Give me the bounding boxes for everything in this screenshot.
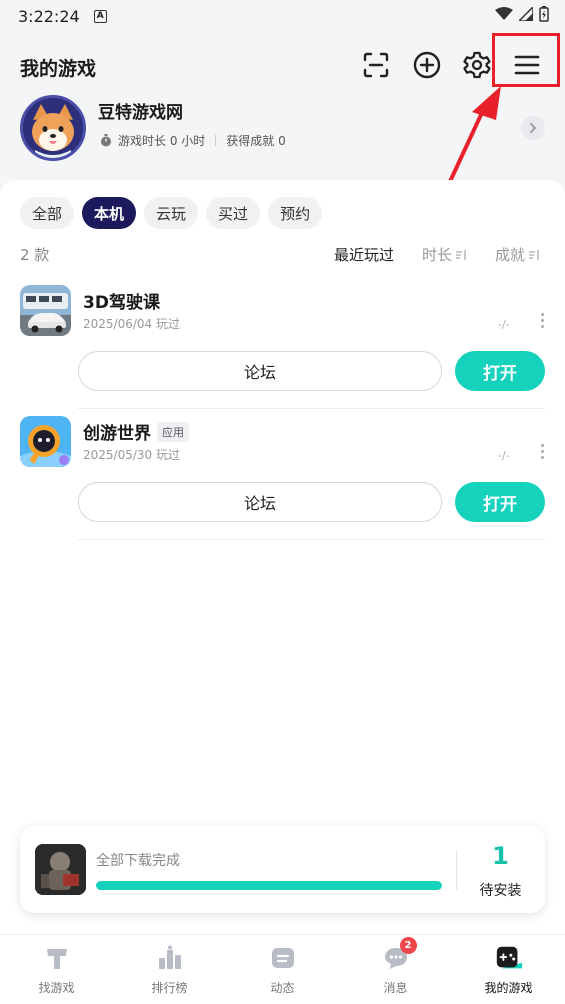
game-title: 创游世界	[83, 424, 151, 444]
game-name: 3D驾驶课	[83, 288, 160, 313]
stat-divider	[215, 135, 217, 146]
feed-icon	[268, 943, 298, 973]
game-last-played: 2025/05/30 玩过	[83, 448, 180, 462]
find-game-icon	[42, 943, 72, 973]
ranking-icon	[155, 943, 185, 973]
divider	[78, 539, 545, 540]
annotation-highlight-box	[492, 33, 560, 87]
message-icon: 2	[381, 937, 417, 973]
pending-count: 1	[492, 842, 509, 870]
wifi-icon	[495, 7, 513, 20]
game-name: 创游世界 应用	[83, 419, 189, 444]
tab-purchased[interactable]: 买过	[206, 197, 261, 229]
shiba-avatar-icon	[23, 98, 83, 158]
game-progress-text: -/-	[498, 449, 510, 462]
notification-a-icon: A	[93, 9, 107, 23]
more-options-icon[interactable]	[540, 313, 546, 329]
battery-icon	[539, 6, 549, 22]
game-progress-text: -/-	[498, 318, 510, 331]
nav-find-game[interactable]: 找游戏	[0, 935, 113, 1004]
page-title: 我的游戏	[20, 58, 97, 80]
achievement-text: 获得成就 0	[226, 134, 286, 148]
forum-button[interactable]: 论坛	[78, 482, 442, 522]
game-item[interactable]: 3D驾驶课 2025/06/04 玩过 -/- 论坛 打开	[20, 285, 546, 409]
game-item[interactable]: 创游世界 应用 2025/05/30 玩过 -/- 论坛 打开	[20, 416, 546, 540]
more-options-icon[interactable]	[540, 444, 546, 460]
download-panel[interactable]: 全部下载完成 1 待安装	[20, 826, 545, 913]
avatar[interactable]	[20, 95, 86, 161]
game-title: 3D驾驶课	[83, 293, 160, 313]
nav-feed[interactable]: 动态	[226, 935, 339, 1004]
nav-label: 排行榜	[151, 981, 188, 995]
nav-label: 动态	[270, 981, 295, 995]
gear-icon[interactable]	[462, 50, 492, 80]
profile-section[interactable]: 豆特游戏网 游戏时长 0 小时 获得成就 0	[0, 92, 565, 164]
pending-label: 待安装	[479, 883, 522, 899]
gamepad-icon	[494, 943, 524, 973]
download-progress-bar	[96, 881, 442, 890]
nav-ranking[interactable]: 排行榜	[113, 935, 226, 1004]
tab-all[interactable]: 全部	[20, 197, 75, 229]
status-bar: 3:22:24 A	[0, 0, 565, 32]
pending-game-icon	[35, 844, 86, 895]
message-badge: 2	[399, 937, 417, 954]
signal-icon	[519, 7, 533, 21]
sort-icon	[456, 249, 466, 260]
nav-message[interactable]: 2 消息	[339, 935, 452, 1004]
status-indicators	[495, 6, 549, 22]
playtime-text: 游戏时长 0 小时	[118, 134, 206, 148]
user-name: 豆特游戏网	[98, 103, 183, 123]
game-count: 2 款	[20, 246, 50, 264]
sort-recent-label: 最近玩过	[334, 246, 395, 264]
app-tag: 应用	[157, 421, 189, 442]
add-circle-icon[interactable]	[412, 50, 442, 80]
driving-game-icon	[20, 285, 71, 336]
game-last-played: 2025/06/04 玩过	[83, 317, 180, 331]
nav-label: 找游戏	[38, 981, 75, 995]
nav-label: 我的游戏	[484, 981, 533, 995]
nav-my-games[interactable]: 我的游戏	[452, 935, 565, 1004]
open-button[interactable]: 打开	[455, 351, 545, 391]
download-status: 全部下载完成	[96, 853, 180, 869]
tab-local[interactable]: 本机	[82, 197, 137, 229]
tab-reserved[interactable]: 预约	[268, 197, 323, 229]
open-button[interactable]: 打开	[455, 482, 545, 522]
sort-achievement[interactable]: 成就	[495, 244, 540, 265]
nav-label: 消息	[383, 981, 408, 995]
bottom-nav: 找游戏 排行榜 动态 2 消息 我的游戏	[0, 934, 565, 1004]
sort-icon	[529, 249, 539, 260]
scan-icon[interactable]	[361, 50, 391, 80]
sort-recent[interactable]: 最近玩过	[334, 244, 394, 265]
user-stats: 游戏时长 0 小时 获得成就 0	[100, 132, 286, 149]
tab-cloud[interactable]: 云玩	[144, 197, 199, 229]
filter-tabs: 全部 本机 云玩 买过 预约	[20, 197, 323, 229]
chuangyou-game-icon	[20, 416, 71, 467]
forum-button[interactable]: 论坛	[78, 351, 442, 391]
sort-duration-label: 时长	[422, 246, 453, 264]
list-meta: 2 款 最近玩过 时长 成就	[20, 244, 545, 264]
stopwatch-icon	[101, 134, 111, 147]
sort-duration[interactable]: 时长	[422, 244, 467, 265]
divider	[78, 408, 545, 409]
sort-achievement-label: 成就	[495, 246, 526, 264]
download-progress-fill	[96, 881, 442, 890]
status-time: 3:22:24	[18, 6, 80, 26]
chevron-right-icon[interactable]	[521, 116, 545, 140]
